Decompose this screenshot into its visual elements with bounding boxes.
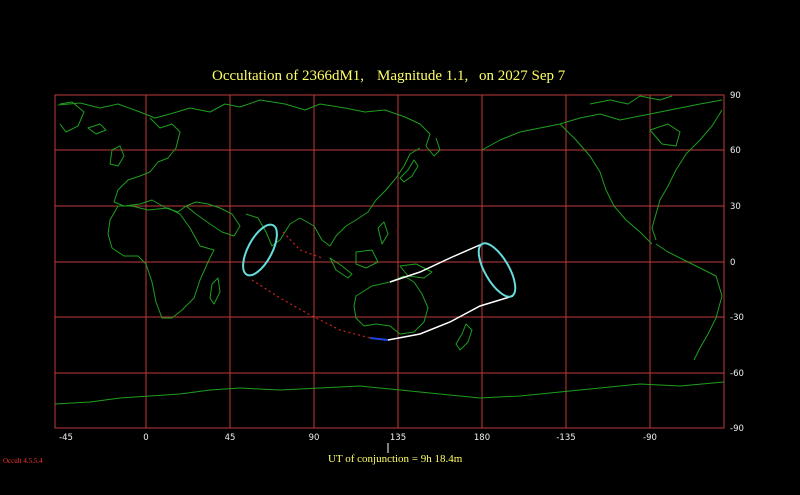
lon-tick-label: 45: [225, 433, 236, 443]
occultation-map: Occultation of 2366dM1, Magnitude 1.1, o…: [0, 0, 800, 495]
lon-tick-label: -45: [59, 433, 73, 443]
lat-tick-label: 0: [730, 258, 735, 268]
lat-tick-label: -60: [730, 369, 744, 379]
lat-tick-label: 90: [730, 91, 741, 101]
title-occultation: Occultation of 2366dM1,: [212, 68, 364, 84]
lon-tick-label: -90: [643, 433, 657, 443]
title-magnitude: Magnitude 1.1,: [377, 68, 468, 84]
lat-tick-label: 60: [730, 146, 741, 156]
lon-tick-label: 135: [390, 433, 406, 443]
lon-tick-label: 180: [474, 433, 490, 443]
lon-tick-label: -135: [556, 433, 575, 443]
lon-tick-label: 0: [143, 433, 148, 443]
conjunction-label: UT of conjunction = 9h 18.4m: [328, 453, 463, 465]
title-date: on 2027 Sep 7: [479, 68, 566, 84]
lon-tick-label: 90: [309, 433, 320, 443]
lat-tick-label: -30: [730, 313, 744, 323]
lat-tick-label: -90: [730, 424, 744, 434]
version-label: Occult 4.5.5.4: [3, 457, 43, 465]
lat-tick-label: 30: [730, 202, 741, 212]
